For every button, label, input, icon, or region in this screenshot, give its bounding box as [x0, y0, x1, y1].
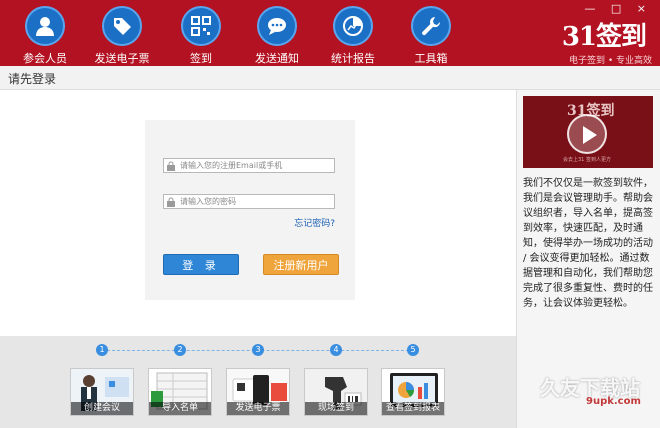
nav-send-ticket[interactable]: 发送电子票 — [87, 6, 157, 66]
step-create-meeting[interactable]: 创建会议 — [70, 368, 134, 416]
password-placeholder: 请输入您的密码 — [180, 197, 236, 206]
chat-icon — [257, 6, 297, 46]
step-onsite-checkin[interactable]: 现场签到 — [304, 368, 368, 416]
step-number: 5 — [407, 344, 419, 356]
workflow-steps: 1 2 3 4 5 创建会议 导入名单 发送电子票 现场签到 查看签到报表 — [0, 336, 516, 428]
video-caption: 会去上31 签到人更方 — [563, 157, 611, 163]
nav-label: 参会人员 — [23, 52, 67, 65]
window-controls[interactable]: — □ × — [584, 2, 652, 15]
step-import-list[interactable]: 导入名单 — [148, 368, 212, 416]
lock-icon — [167, 161, 175, 171]
nav-checkin[interactable]: 签到 — [166, 6, 236, 66]
register-button[interactable]: 注册新用户 — [263, 254, 339, 275]
qrcode-icon — [181, 6, 221, 46]
step-send-ticket[interactable]: 发送电子票 — [226, 368, 290, 416]
nav-label: 工具箱 — [414, 52, 448, 65]
step-number: 3 — [252, 344, 264, 356]
user-icon — [25, 6, 65, 46]
email-placeholder: 请输入您的注册Email或手机 — [180, 161, 283, 170]
step-label: 发送电子票 — [227, 402, 289, 415]
nav-send-notice[interactable]: 发送通知 — [242, 6, 312, 66]
watermark-url: 9upk.com — [586, 396, 641, 407]
password-field[interactable]: 请输入您的密码 — [163, 194, 335, 209]
step-label: 现场签到 — [305, 402, 367, 415]
login-panel: 请输入您的注册Email或手机 请输入您的密码 忘记密码? 登 录 注册新用户 — [145, 120, 355, 300]
step-label: 创建会议 — [71, 402, 133, 415]
wrench-icon — [411, 6, 451, 46]
nav-label: 发送电子票 — [94, 52, 150, 65]
step-label: 导入名单 — [149, 402, 211, 415]
step-label: 查看签到报表 — [382, 402, 444, 415]
ticket-icon — [102, 6, 142, 46]
nav-label: 发送通知 — [255, 52, 299, 65]
email-field[interactable]: 请输入您的注册Email或手机 — [163, 158, 335, 173]
page-title: 请先登录 — [0, 66, 660, 90]
forgot-password-link[interactable]: 忘记密码? — [294, 216, 335, 229]
login-button[interactable]: 登 录 — [163, 254, 239, 275]
lock-icon — [167, 197, 175, 207]
top-toolbar: 参会人员 发送电子票 签到 发送通知 统计报告 工具箱 — □ × 31签到 电… — [0, 0, 660, 66]
page-title-text: 请先登录 — [8, 72, 57, 86]
chart-icon — [333, 6, 373, 46]
step-number: 4 — [330, 344, 342, 356]
nav-label: 统计报告 — [331, 52, 375, 65]
nav-toolbox[interactable]: 工具箱 — [396, 6, 466, 66]
play-icon[interactable] — [567, 114, 607, 154]
product-description: 我们不仅仅是一款签到软件，我们是会议管理助手。帮助会议组织者，导入名单，提高签到… — [523, 178, 653, 309]
brand-logo: 31签到 — [561, 22, 647, 52]
step-number: 1 — [96, 344, 108, 356]
step-view-report[interactable]: 查看签到报表 — [381, 368, 445, 416]
step-number: 2 — [174, 344, 186, 356]
nav-attendees[interactable]: 参会人员 — [10, 6, 80, 66]
intro-video[interactable]: 31签到 会去上31 签到人更方 — [523, 96, 653, 168]
nav-label: 签到 — [190, 52, 212, 65]
nav-report[interactable]: 统计报告 — [318, 6, 388, 66]
brand-slogan: 电子签到 • 专业高效 — [568, 56, 652, 66]
